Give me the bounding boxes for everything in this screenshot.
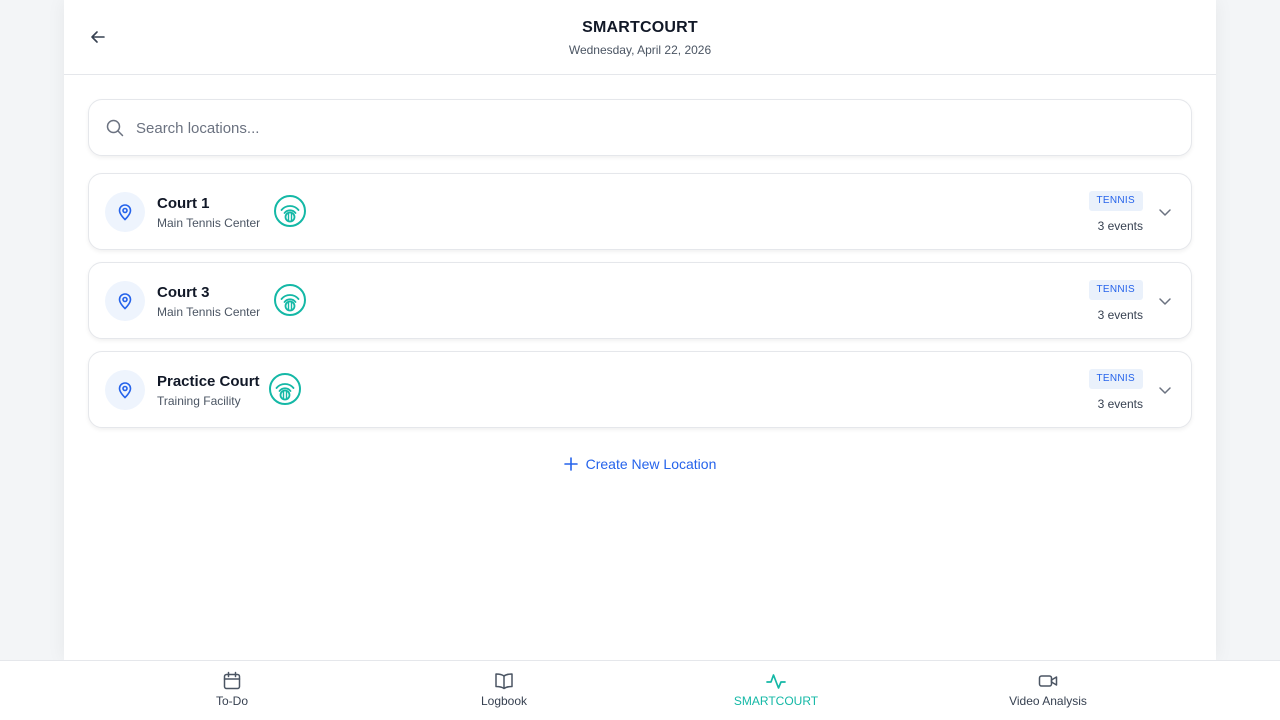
search-bar — [88, 99, 1192, 156]
map-pin-icon — [118, 382, 132, 399]
sport-badge: TENNIS — [1088, 369, 1143, 389]
search-icon — [106, 119, 124, 137]
nav-item-video-analysis[interactable]: Video Analysis — [978, 661, 1118, 720]
page-title: SMARTCOURT — [582, 19, 698, 36]
plus-icon — [563, 457, 578, 471]
location-card-court-1[interactable]: Court 1 Main Tennis Center TENNIS 3 even… — [88, 173, 1192, 250]
smartcourt-sensor-icon — [269, 373, 301, 405]
sport-badge: TENNIS — [1088, 280, 1143, 300]
nav-label: To-Do — [215, 694, 248, 708]
calendar-icon — [223, 671, 241, 690]
book-open-icon — [495, 673, 513, 690]
nav-item-todo[interactable]: To-Do — [162, 661, 302, 720]
event-count: 3 events — [1097, 308, 1143, 322]
location-facility: Main Tennis Center — [157, 216, 261, 230]
location-card-practice-court[interactable]: Practice Court Training Facility TENNIS … — [88, 351, 1192, 428]
nav-label: Logbook — [480, 694, 528, 708]
nav-item-logbook[interactable]: Logbook — [434, 661, 574, 720]
sport-badge: TENNIS — [1088, 191, 1143, 211]
main-panel: SMARTCOURT Wednesday, April 22, 2026 Cou… — [64, 0, 1216, 660]
event-count: 3 events — [1097, 397, 1143, 411]
smartcourt-sensor-icon — [274, 284, 306, 316]
video-camera-icon — [1038, 675, 1058, 687]
location-pin-badge — [105, 370, 145, 410]
chevron-down-icon[interactable] — [1157, 204, 1173, 220]
location-name: Court 1 — [157, 195, 210, 212]
location-card-court-3[interactable]: Court 3 Main Tennis Center TENNIS 3 even… — [88, 262, 1192, 339]
location-name: Court 3 — [157, 284, 210, 301]
page-header: SMARTCOURT Wednesday, April 22, 2026 — [64, 0, 1216, 75]
location-name: Practice Court — [157, 373, 260, 390]
bottom-navigation: To-Do Logbook SMARTCOURT Video Analysis — [0, 660, 1280, 720]
activity-icon — [766, 674, 786, 689]
location-pin-badge — [105, 281, 145, 321]
page-date: Wednesday, April 22, 2026 — [568, 43, 712, 57]
map-pin-icon — [118, 204, 132, 221]
chevron-down-icon[interactable] — [1157, 382, 1173, 398]
nav-label: SMARTCOURT — [733, 694, 819, 708]
location-facility: Main Tennis Center — [157, 305, 261, 319]
smartcourt-sensor-icon — [274, 195, 306, 227]
nav-label: Video Analysis — [1009, 694, 1087, 708]
location-facility: Training Facility — [157, 394, 241, 408]
location-pin-badge — [105, 192, 145, 232]
search-input[interactable] — [136, 114, 1176, 142]
map-pin-icon — [118, 293, 132, 310]
nav-item-smartcourt[interactable]: SMARTCOURT — [706, 661, 846, 720]
create-location-button[interactable]: Create New Location — [64, 456, 1216, 472]
create-location-label: Create New Location — [585, 456, 717, 472]
chevron-down-icon[interactable] — [1157, 293, 1173, 309]
event-count: 3 events — [1097, 219, 1143, 233]
